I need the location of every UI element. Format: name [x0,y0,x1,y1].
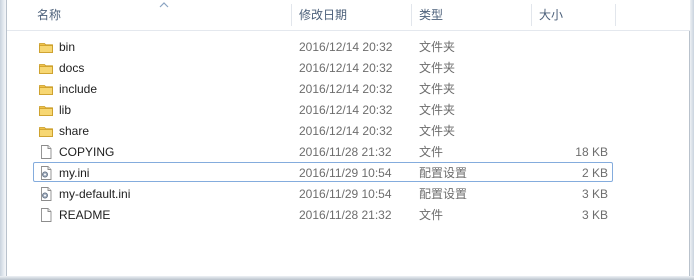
column-divider[interactable] [615,4,616,26]
file-size: 18 KB [575,145,608,159]
folder-icon [38,39,54,55]
window-left-border [0,0,7,280]
file-modified-date: 2016/12/14 20:32 [299,82,393,96]
file-row[interactable]: COPYING 2016/11/28 21:32 文件 18 KB [33,141,613,161]
column-header-type[interactable]: 类型 [419,0,443,30]
file-name: include [59,82,98,96]
column-divider[interactable] [411,4,412,26]
file-type: 配置设置 [419,166,468,180]
file-name: README [59,208,111,222]
file-type: 文件 [419,208,444,222]
file-modified-date: 2016/11/28 21:32 [299,145,392,159]
file-explorer-window: 名称 修改日期 类型 大小 bin 2016/12/14 20:32 文件夹 docs… [0,0,694,280]
folder-icon [38,123,54,139]
file-size: 3 KB [581,208,608,222]
file-icon [38,144,54,160]
column-header-size[interactable]: 大小 [539,0,563,30]
file-size: 3 KB [581,187,608,201]
file-size: 2 KB [581,166,608,180]
file-icon [38,207,54,223]
folder-icon [38,102,54,118]
file-type: 文件夹 [419,61,456,75]
file-modified-date: 2016/12/14 20:32 [299,40,393,54]
column-header-bar: 名称 修改日期 类型 大小 [7,0,690,31]
file-type: 文件夹 [419,124,456,138]
file-modified-date: 2016/11/28 21:32 [299,208,392,222]
file-modified-date: 2016/12/14 20:32 [299,103,393,117]
file-name: COPYING [59,145,115,159]
file-name: share [59,124,90,138]
file-name: docs [59,61,85,75]
column-header-name[interactable]: 名称 [37,0,61,30]
file-modified-date: 2016/12/14 20:32 [299,124,393,138]
file-row[interactable]: bin 2016/12/14 20:32 文件夹 [33,36,613,56]
file-modified-date: 2016/11/29 10:54 [299,166,392,180]
file-name: lib [59,103,72,117]
file-type: 文件 [419,145,444,159]
file-name: bin [59,40,76,54]
file-type: 文件夹 [419,82,456,96]
file-modified-date: 2016/12/14 20:32 [299,61,393,75]
file-type: 文件夹 [419,103,456,117]
settings-file-icon [38,165,54,181]
window-right-border [689,0,694,280]
file-row[interactable]: my.ini 2016/11/29 10:54 配置设置 2 KB [33,162,613,182]
file-name: my.ini [59,166,90,180]
file-row[interactable]: my-default.ini 2016/11/29 10:54 配置设置 3 KB [33,183,613,203]
column-divider[interactable] [531,4,532,26]
sort-ascending-icon [159,2,169,8]
file-row[interactable]: share 2016/12/14 20:32 文件夹 [33,120,613,140]
file-type: 文件夹 [419,40,456,54]
column-divider[interactable] [291,4,292,26]
window-bottom-border [0,276,694,280]
file-row[interactable]: README 2016/11/28 21:32 文件 3 KB [33,204,613,224]
file-row[interactable]: docs 2016/12/14 20:32 文件夹 [33,57,613,77]
file-row[interactable]: lib 2016/12/14 20:32 文件夹 [33,99,613,119]
file-type: 配置设置 [419,187,468,201]
file-row[interactable]: include 2016/12/14 20:32 文件夹 [33,78,613,98]
column-header-date[interactable]: 修改日期 [299,0,347,30]
file-name: my-default.ini [59,187,131,201]
file-modified-date: 2016/11/29 10:54 [299,187,392,201]
folder-icon [38,60,54,76]
settings-file-icon [38,186,54,202]
folder-icon [38,81,54,97]
